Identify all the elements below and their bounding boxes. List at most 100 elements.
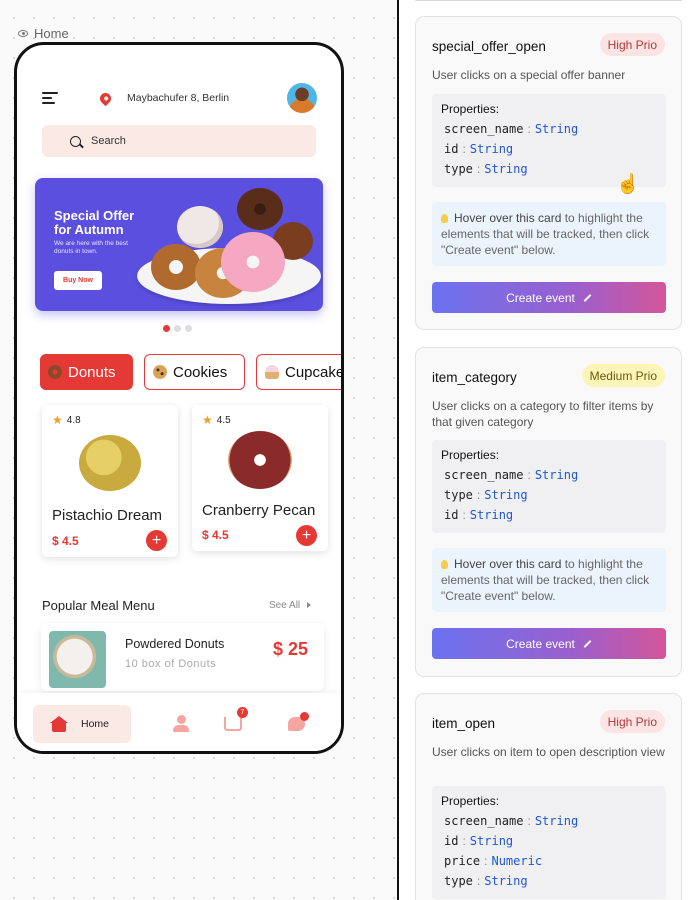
property-row: id: String xyxy=(444,142,514,156)
property-row: id: String xyxy=(444,508,514,522)
section-title: Popular Meal Menu xyxy=(42,598,155,613)
donut-image xyxy=(151,244,201,290)
meal-name: Powdered Donuts xyxy=(125,637,225,651)
cookie-icon xyxy=(153,365,167,379)
event-name: special_offer_open xyxy=(432,39,546,54)
event-card-special-offer-open[interactable]: special_offer_open High Prio User clicks… xyxy=(415,16,682,330)
star-icon: ★ xyxy=(52,413,63,427)
avatar[interactable] xyxy=(287,83,317,113)
search-icon xyxy=(70,135,81,147)
event-card-item-category[interactable]: item_category Medium Prio User clicks on… xyxy=(415,347,682,677)
carousel-dot[interactable] xyxy=(174,325,181,332)
create-event-button[interactable]: Create event xyxy=(432,628,666,659)
buy-now-button[interactable]: Buy Now xyxy=(54,271,102,290)
rating: ★ 4.5 xyxy=(202,413,231,427)
priority-badge: Medium Prio xyxy=(581,364,665,387)
properties-box: Properties: screen_name: String id: String… xyxy=(432,786,666,899)
magic-wand-icon xyxy=(583,639,592,648)
event-description: User clicks on a special offer banner xyxy=(432,68,626,82)
product-price: $ 4.5 xyxy=(52,534,79,548)
search-placeholder: Search xyxy=(91,135,126,147)
category-chip-cookies[interactable]: Cookies xyxy=(144,354,245,390)
tab-home-label: Home xyxy=(81,718,110,730)
event-card-item-open[interactable]: item_open High Prio User clicks on item … xyxy=(415,693,682,900)
event-panel: special_offer_open High Prio User clicks… xyxy=(399,0,700,900)
meal-price: $ 25 xyxy=(273,639,309,659)
hover-hint: Hover over this card to highlight the el… xyxy=(432,548,666,612)
event-description: User clicks on item to open description … xyxy=(432,745,665,759)
properties-label: Properties: xyxy=(441,794,500,808)
breadcrumb-label: Home xyxy=(34,26,69,41)
event-name: item_category xyxy=(432,370,517,385)
notification-dot xyxy=(300,712,309,721)
breadcrumb[interactable]: Home xyxy=(18,26,69,41)
pointer-hand-icon: ☝ xyxy=(616,174,640,195)
property-row: screen_name: String xyxy=(444,814,579,828)
banner-subtitle: We are here with the best donuts in town… xyxy=(54,240,128,255)
pistachio-donut-image xyxy=(79,435,141,491)
product-price: $ 4.5 xyxy=(202,528,229,542)
property-row: type: String xyxy=(444,874,528,888)
list-item[interactable]: Powdered Donuts 10 box of Donuts $ 25 xyxy=(41,623,324,691)
lightbulb-icon xyxy=(441,560,448,569)
donut-icon xyxy=(48,365,62,379)
location-pin-icon xyxy=(97,90,114,107)
carousel-indicator xyxy=(163,325,192,332)
see-all-link[interactable]: See All xyxy=(269,600,311,611)
tab-home[interactable]: Home xyxy=(33,705,131,743)
product-card[interactable]: ★ 4.8 Pistachio Dream $ 4.5 + xyxy=(42,405,178,557)
property-row: price: Numeric xyxy=(444,854,543,868)
priority-badge: High Prio xyxy=(599,33,665,56)
property-row: screen_name: String xyxy=(444,122,579,136)
category-label: Cupcake xyxy=(285,363,344,381)
meal-subtitle: 10 box of Donuts xyxy=(125,658,217,670)
profile-icon[interactable] xyxy=(173,715,189,733)
search-bar[interactable]: Search xyxy=(42,125,316,157)
properties-label: Properties: xyxy=(441,102,500,116)
category-label: Donuts xyxy=(68,363,116,381)
carousel-dot[interactable] xyxy=(163,325,170,332)
add-to-cart-button[interactable]: + xyxy=(296,525,317,546)
cupcake-icon xyxy=(265,365,279,379)
magic-wand-icon xyxy=(583,293,592,302)
lightbulb-icon xyxy=(441,214,448,223)
cart-icon[interactable]: 7 xyxy=(224,707,248,731)
hover-hint: Hover over this card to highlight the el… xyxy=(432,202,666,266)
donut-image xyxy=(177,206,223,248)
property-row: type: String xyxy=(444,488,528,502)
chat-icon[interactable] xyxy=(288,712,309,731)
cart-badge: 7 xyxy=(237,707,248,718)
category-chip-donuts[interactable]: Donuts xyxy=(40,354,133,390)
properties-box: Properties: screen_name: String type: Stri… xyxy=(432,440,666,533)
property-row: screen_name: String xyxy=(444,468,579,482)
category-label: Cookies xyxy=(173,363,228,381)
home-icon xyxy=(50,716,68,732)
chevron-right-icon xyxy=(306,602,311,608)
event-name: item_open xyxy=(432,716,496,731)
properties-label: Properties: xyxy=(441,448,500,462)
phone-mockup: Maybachufer 8, Berlin Search Special Off… xyxy=(14,42,344,754)
add-to-cart-button[interactable]: + xyxy=(146,530,167,551)
priority-badge: High Prio xyxy=(599,710,665,733)
eye-icon xyxy=(18,30,28,37)
carousel-dot[interactable] xyxy=(185,325,192,332)
property-row: id: String xyxy=(444,834,514,848)
star-icon: ★ xyxy=(202,413,213,427)
donut-image xyxy=(221,232,285,292)
card-bottom-edge xyxy=(415,0,682,1)
bottom-tab-bar: Home 7 xyxy=(17,693,341,751)
special-offer-banner[interactable]: Special Offer for Autumn We are here with… xyxy=(35,178,323,311)
product-name: Cranberry Pecan xyxy=(202,502,316,519)
rating: ★ 4.8 xyxy=(52,413,81,427)
banner-title: Special Offer for Autumn xyxy=(54,208,135,237)
create-event-button[interactable]: Create event xyxy=(432,282,666,313)
category-chip-cupcake[interactable]: Cupcake xyxy=(256,354,344,390)
menu-icon[interactable] xyxy=(42,92,58,104)
product-name: Pistachio Dream xyxy=(52,507,163,524)
delivery-address[interactable]: Maybachufer 8, Berlin xyxy=(127,92,229,104)
donut-image xyxy=(237,188,283,230)
powdered-donuts-image xyxy=(49,631,106,688)
cranberry-donut-image xyxy=(228,431,292,489)
event-description: User clicks on a category to filter item… xyxy=(432,399,654,429)
product-card[interactable]: ★ 4.5 Cranberry Pecan $ 4.5 + xyxy=(192,405,328,551)
